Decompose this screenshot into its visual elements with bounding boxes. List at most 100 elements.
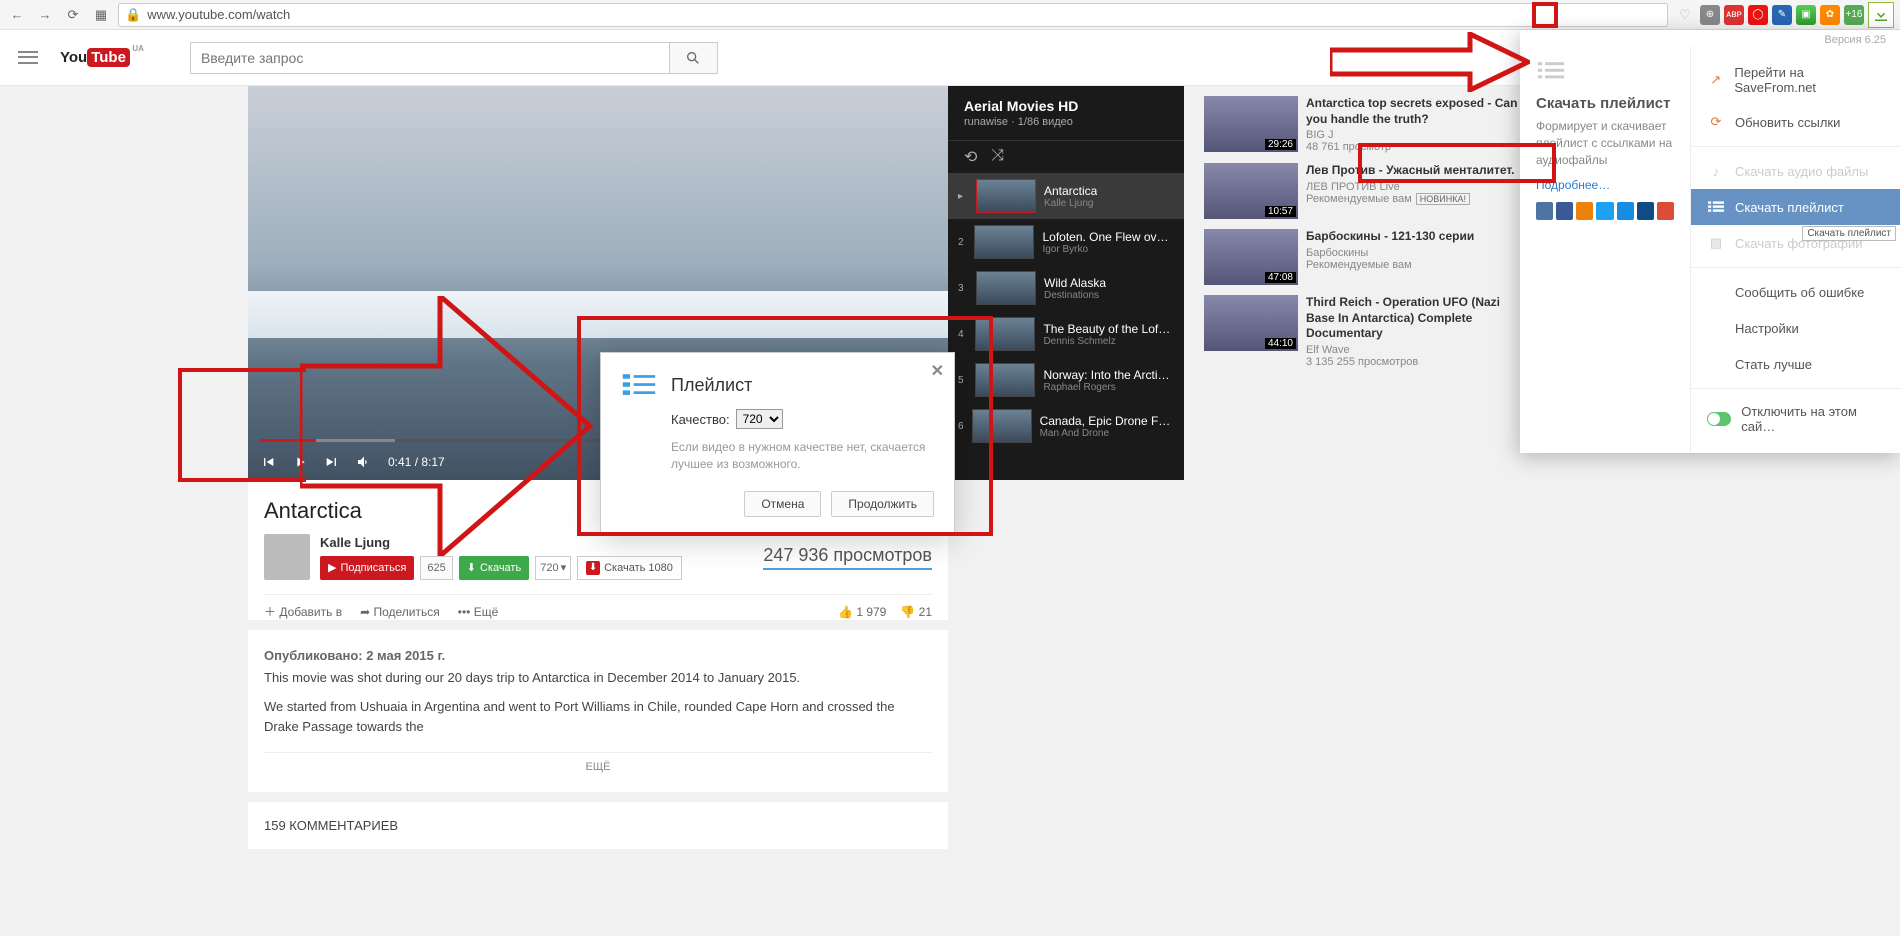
menu-refresh-links[interactable]: ⟳ Обновить ссылки (1691, 104, 1900, 140)
mail-icon[interactable] (1617, 202, 1634, 220)
lock-icon: 🔒 (125, 7, 141, 23)
download-quality-select[interactable]: 720 ▾ (535, 556, 571, 580)
refresh-icon: ⟳ (1707, 113, 1725, 131)
playlist-item[interactable]: 6Canada, Epic Drone Footage of British C… (948, 403, 1184, 449)
more-actions-button[interactable]: ••• Ещё (458, 605, 499, 619)
description-line: We started from Ushuaia in Argentina and… (264, 697, 932, 736)
tw-icon[interactable] (1596, 202, 1613, 220)
ext-more-link[interactable]: Подробнее… (1536, 178, 1674, 192)
shuffle-icon[interactable]: ⤨ (991, 147, 1004, 167)
recommendations: 29:26Antarctica top secrets exposed - Ca… (1204, 86, 1524, 849)
address-bar[interactable]: 🔒 www.youtube.com/watch (118, 3, 1668, 27)
download-1080-button[interactable]: ⬇Скачать 1080 (577, 556, 682, 580)
extension-popup: Версия 6.25 Скачать плейлист Формирует и… (1520, 30, 1900, 453)
menu-disable-site[interactable]: Отключить на этом сай… (1691, 395, 1900, 443)
menu-settings[interactable]: Настройки (1691, 310, 1900, 346)
dialog-title: Плейлист (671, 375, 752, 396)
dialog-note: Если видео в нужном качестве нет, скачае… (671, 439, 934, 473)
recommendation-item[interactable]: 10:57Лев Против - Ужасный менталитет.ЛЕВ… (1204, 163, 1524, 219)
menu-report[interactable]: Сообщить об ошибке (1691, 274, 1900, 310)
subscribe-button[interactable]: ▶ Подписаться (320, 556, 414, 580)
menu-improve[interactable]: Стать лучше (1691, 346, 1900, 382)
share-button[interactable]: ➦ Поделиться (360, 605, 440, 619)
lj-icon[interactable] (1637, 202, 1654, 220)
vk-icon[interactable] (1536, 202, 1553, 220)
view-count: 247 936 просмотров (763, 545, 932, 570)
reload-button[interactable]: ⟳ (62, 4, 84, 26)
playlist-item[interactable]: 3Wild AlaskaDestinations (948, 265, 1184, 311)
avatar[interactable] (264, 534, 310, 580)
player-time: 0:41 / 8:17 (388, 455, 445, 469)
close-icon[interactable]: ✕ (931, 361, 944, 381)
menu-goto-savefrom[interactable]: ↗ Перейти на SaveFrom.net (1691, 56, 1900, 104)
menu-download-playlist[interactable]: Скачать плейлист Скачать плейлист (1691, 189, 1900, 225)
playlist-item[interactable]: 5Norway: Into the Arctic 4KRaphael Roger… (948, 357, 1184, 403)
next-icon[interactable] (324, 454, 340, 470)
list-icon (1707, 198, 1725, 216)
gplus-icon[interactable] (1657, 202, 1674, 220)
description-line: This movie was shot during our 20 days t… (264, 668, 932, 688)
recommendation-item[interactable]: 47:08Барбоскины - 121-130 серииБарбоскин… (1204, 229, 1524, 285)
guide-button[interactable] (16, 46, 40, 70)
author-name[interactable]: Kalle Ljung (320, 535, 682, 550)
fb-icon[interactable] (1556, 202, 1573, 220)
playlist-dialog: ✕ Плейлист Качество: 720 Если видео в ну… (600, 352, 955, 536)
dislike-button[interactable]: 👎 21 (900, 605, 932, 619)
cancel-button[interactable]: Отмена (744, 491, 821, 517)
ext-heading: Скачать плейлист (1536, 95, 1674, 112)
comments-header: 159 КОММЕНТАРИЕВ (248, 802, 948, 849)
publish-date: Опубликовано: 2 мая 2015 г. (264, 646, 932, 666)
playlist-item[interactable]: 4The Beauty of the LofotenDennis Schmelz (948, 311, 1184, 357)
music-icon: ♪ (1707, 162, 1725, 180)
ext-icon-6[interactable]: ✿ (1820, 5, 1840, 25)
recommendation-item[interactable]: 29:26Antarctica top secrets exposed - Ca… (1204, 96, 1524, 153)
youtube-logo[interactable]: YouTubeUA (60, 48, 130, 67)
playlist-items[interactable]: ▸AntarcticaKalle Ljung2Lofoten. One Flew… (948, 173, 1184, 449)
search-button[interactable] (670, 42, 718, 74)
recommendation-item[interactable]: 44:10Third Reich - Operation UFO (Nazi B… (1204, 295, 1524, 368)
browser-toolbar: ← → ⟳ ▦ 🔒 www.youtube.com/watch ♡ ⊕ ᴀʙᴘ … (0, 0, 1900, 30)
quality-select[interactable]: 720 (736, 409, 783, 429)
url-text: www.youtube.com/watch (147, 7, 290, 22)
ext-badge-count[interactable]: +16 (1844, 5, 1864, 25)
playlist-icon (621, 371, 657, 399)
play-icon[interactable] (292, 454, 308, 470)
ext-icon-5[interactable]: ▣ (1796, 5, 1816, 25)
forward-button[interactable]: → (34, 4, 56, 26)
share-icons (1536, 202, 1674, 220)
ext-version: Версия 6.25 (1520, 30, 1900, 46)
playlist-item[interactable]: 2Lofoten. One Flew over No…Igor Byrko (948, 219, 1184, 265)
heart-icon[interactable]: ♡ (1674, 4, 1696, 26)
list-icon (1536, 60, 1566, 82)
search-form (190, 42, 718, 74)
extension-tray: ♡ ⊕ ᴀʙᴘ ◯ ✎ ▣ ✿ +16 (1674, 2, 1894, 28)
show-more-button[interactable]: ЕЩЁ (264, 752, 932, 776)
playlist-subtitle: runawise · 1/86 видео (964, 116, 1168, 128)
subscriber-count: 625 (420, 556, 452, 580)
continue-button[interactable]: Продолжить (831, 491, 934, 517)
menu-download-audio: ♪ Скачать аудио файлы (1691, 153, 1900, 189)
search-input[interactable] (190, 42, 670, 74)
ok-icon[interactable] (1576, 202, 1593, 220)
back-button[interactable]: ← (6, 4, 28, 26)
download-button[interactable]: ⬇ Скачать (459, 556, 529, 580)
prev-icon[interactable] (260, 454, 276, 470)
playlist-title[interactable]: Aerial Movies HD (964, 98, 1168, 114)
playlist-item[interactable]: ▸AntarcticaKalle Ljung (948, 173, 1184, 219)
ext-icon-3[interactable]: ◯ (1748, 5, 1768, 25)
loop-icon[interactable]: ⟲ (964, 147, 977, 167)
ext-icon-1[interactable]: ⊕ (1700, 5, 1720, 25)
toggle-switch[interactable] (1707, 412, 1731, 426)
volume-icon[interactable] (356, 454, 372, 470)
ext-icon-2[interactable]: ᴀʙᴘ (1724, 5, 1744, 25)
ext-icon-4[interactable]: ✎ (1772, 5, 1792, 25)
ext-description: Формирует и скачивает плейлист с ссылкам… (1536, 118, 1674, 168)
tooltip: Скачать плейлист (1802, 226, 1896, 241)
savefrom-ext-icon[interactable] (1868, 2, 1894, 28)
apps-button[interactable]: ▦ (90, 4, 112, 26)
description-box: Опубликовано: 2 мая 2015 г. This movie w… (248, 630, 948, 792)
add-to-button[interactable]: ＋ Добавить в (264, 603, 342, 620)
playlist-panel: Aerial Movies HD runawise · 1/86 видео ⟲… (948, 86, 1184, 480)
photo-icon: ▧ (1707, 234, 1725, 252)
like-button[interactable]: 👍 1 979 (838, 605, 886, 619)
